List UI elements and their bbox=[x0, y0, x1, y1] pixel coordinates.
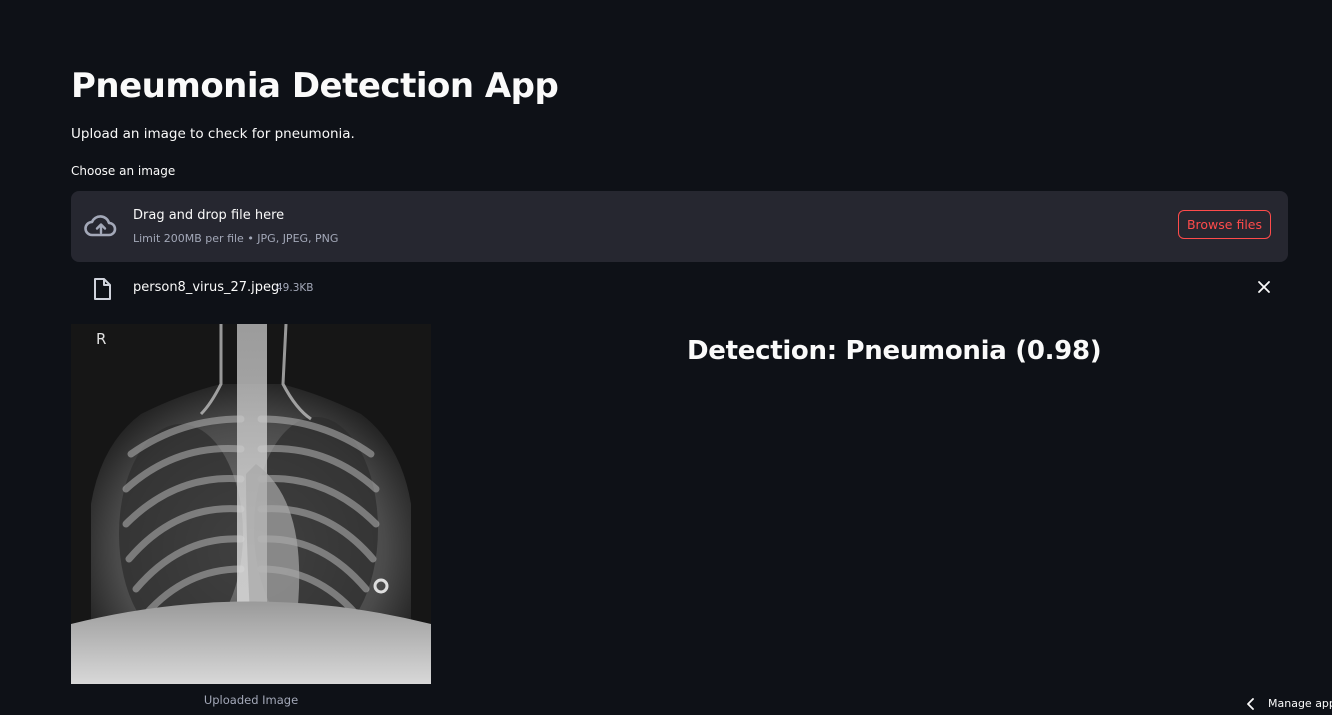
uploaded-file-size: 49.3KB bbox=[276, 282, 314, 294]
file-icon bbox=[94, 278, 111, 300]
cloud-upload-icon bbox=[84, 215, 117, 237]
close-icon[interactable] bbox=[1255, 278, 1273, 296]
uploaded-file-row: person8_virus_27.jpeg 49.3KB bbox=[71, 272, 1288, 304]
uploaded-file-name: person8_virus_27.jpeg bbox=[133, 280, 280, 295]
page-subtitle: Upload an image to check for pneumonia. bbox=[71, 126, 355, 142]
manage-app-label: Manage app bbox=[1268, 697, 1332, 710]
manage-app-bar[interactable]: Manage app bbox=[1242, 693, 1332, 715]
xray-side-marker: R bbox=[96, 330, 106, 348]
uploader-label: Choose an image bbox=[71, 164, 176, 178]
dropzone-title: Drag and drop file here bbox=[133, 208, 285, 223]
image-caption: Uploaded Image bbox=[203, 693, 299, 707]
browse-files-button[interactable]: Browse files bbox=[1178, 210, 1271, 239]
dropzone-limit: Limit 200MB per file • JPG, JPEG, PNG bbox=[133, 232, 339, 245]
detection-result: Detection: Pneumonia (0.98) bbox=[687, 336, 1102, 366]
main-container: Pneumonia Detection App Upload an image … bbox=[71, 0, 1288, 715]
chevron-left-icon bbox=[1247, 698, 1254, 710]
uploaded-xray-image: R bbox=[71, 324, 431, 684]
file-dropzone[interactable]: Drag and drop file here Limit 200MB per … bbox=[71, 191, 1288, 262]
page-title: Pneumonia Detection App bbox=[71, 66, 559, 106]
chest-xray-picture: R bbox=[71, 324, 431, 684]
